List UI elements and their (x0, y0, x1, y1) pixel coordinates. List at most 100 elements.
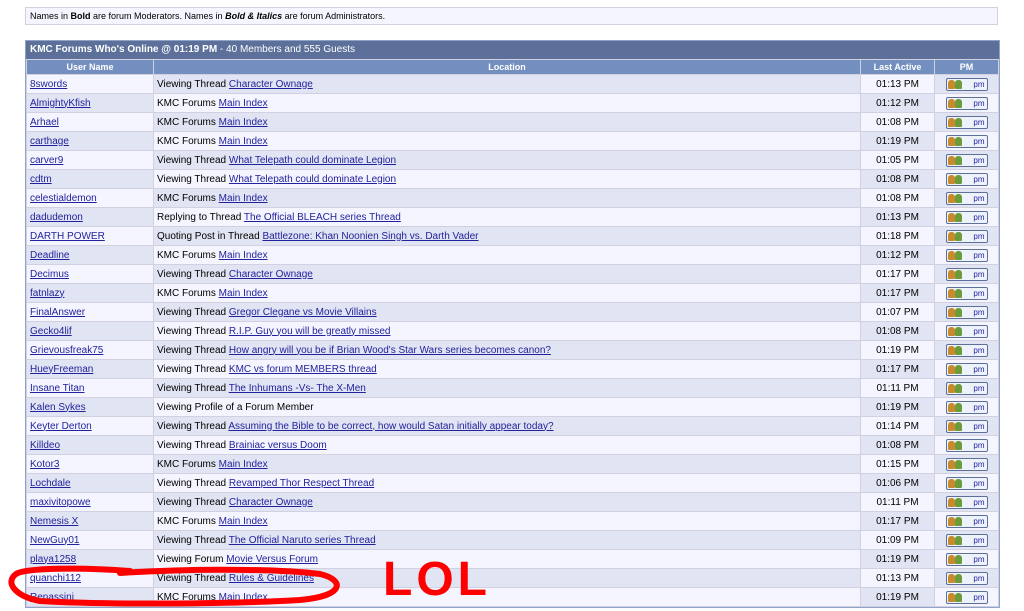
send-pm-button[interactable]: pm (945, 514, 988, 528)
user-name-link[interactable]: carver9 (30, 155, 63, 166)
user-name-link[interactable]: Arhael (30, 117, 59, 128)
location-link[interactable]: Main Index (219, 516, 268, 527)
send-pm-button[interactable]: pm (945, 248, 988, 262)
send-pm-button[interactable]: pm (945, 438, 988, 452)
send-pm-button[interactable]: pm (945, 362, 988, 376)
user-name-link[interactable]: NewGuy01 (30, 535, 79, 546)
send-pm-button[interactable]: pm (945, 172, 988, 186)
location-link[interactable]: Gregor Clegane vs Movie Villains (229, 307, 377, 318)
col-location[interactable]: Location (154, 60, 860, 74)
send-pm-button[interactable]: pm (945, 400, 988, 414)
location-cell: KMC Forums Main Index (154, 455, 860, 473)
user-name-link[interactable]: carthage (30, 136, 69, 147)
location-link[interactable]: How angry will you be if Brian Wood's St… (229, 345, 551, 356)
send-pm-button[interactable]: pm (945, 343, 988, 357)
user-name-link[interactable]: Lochdale (30, 478, 71, 489)
location-link[interactable]: Main Index (219, 592, 268, 603)
col-last-active[interactable]: Last Active (861, 60, 934, 74)
send-pm-button[interactable]: pm (945, 590, 988, 604)
location-link[interactable]: The Official BLEACH series Thread (244, 212, 401, 223)
user-name-link[interactable]: AlmightyKfish (30, 98, 91, 109)
location-link[interactable]: Character Ownage (229, 497, 313, 508)
user-name-link[interactable]: Gecko4lif (30, 326, 72, 337)
location-link[interactable]: Main Index (219, 459, 268, 470)
user-name-link[interactable]: Decimus (30, 269, 69, 280)
last-active-cell: 01:14 PM (861, 417, 934, 435)
send-pm-button[interactable]: pm (945, 324, 988, 338)
location-link[interactable]: Main Index (219, 98, 268, 109)
location-link[interactable]: Main Index (219, 136, 268, 147)
send-pm-button[interactable]: pm (945, 96, 988, 110)
location-link[interactable]: Main Index (219, 250, 268, 261)
send-pm-button[interactable]: pm (945, 305, 988, 319)
col-user-name[interactable]: User Name (27, 60, 153, 74)
user-name-link[interactable]: 8swords (30, 79, 67, 90)
last-active-cell: 01:07 PM (861, 303, 934, 321)
location-link[interactable]: Brainiac versus Doom (229, 440, 327, 451)
send-pm-button[interactable]: pm (945, 381, 988, 395)
user-name-link[interactable]: Grievousfreak75 (30, 345, 103, 356)
user-name-link[interactable]: FinalAnswer (30, 307, 85, 318)
location-link[interactable]: KMC vs forum MEMBERS thread (229, 364, 377, 375)
send-pm-button[interactable]: pm (945, 191, 988, 205)
user-name-link[interactable]: Keyter Derton (30, 421, 92, 432)
location-action: Viewing Thread (157, 572, 229, 584)
user-name-link[interactable]: HueyFreeman (30, 364, 93, 375)
table-row: fatnlazy KMC Forums Main Index 01:17 PM pm (27, 284, 998, 302)
send-pm-button[interactable]: pm (945, 552, 988, 566)
location-link[interactable]: Character Ownage (229, 79, 313, 90)
user-name-link[interactable]: fatnlazy (30, 288, 64, 299)
user-name-link[interactable]: maxivitopowe (30, 497, 91, 508)
send-pm-button[interactable]: pm (945, 419, 988, 433)
location-link[interactable]: Rules & Guidelines (229, 573, 314, 584)
user-name-link[interactable]: Kotor3 (30, 459, 59, 470)
user-name-link[interactable]: Renassini (30, 592, 74, 603)
user-name-link[interactable]: celestialdemon (30, 193, 97, 204)
location-link[interactable]: Assuming the Bible to be correct, how wo… (228, 421, 553, 432)
user-name-link[interactable]: dadudemon (30, 212, 83, 223)
send-pm-button[interactable]: pm (945, 286, 988, 300)
send-pm-button[interactable]: pm (945, 134, 988, 148)
user-name-link[interactable]: quanchi112 (30, 573, 81, 584)
location-link[interactable]: R.I.P. Guy you will be greatly missed (229, 326, 391, 337)
location-link[interactable]: Main Index (219, 193, 268, 204)
send-pm-button[interactable]: pm (945, 229, 988, 243)
location-link[interactable]: Main Index (219, 117, 268, 128)
send-pm-button[interactable]: pm (945, 571, 988, 585)
location-cell: Viewing Forum Movie Versus Forum (154, 550, 860, 568)
user-name-link[interactable]: playa1258 (30, 554, 76, 565)
location-link[interactable]: Movie Versus Forum (226, 554, 318, 565)
location-link[interactable]: What Telepath could dominate Legion (229, 155, 396, 166)
table-row: Lochdale Viewing Thread Revamped Thor Res… (27, 474, 998, 492)
send-pm-button[interactable]: pm (945, 476, 988, 490)
send-pm-button[interactable]: pm (945, 267, 988, 281)
send-pm-button[interactable]: pm (945, 115, 988, 129)
send-pm-button[interactable]: pm (945, 77, 988, 91)
send-pm-button[interactable]: pm (945, 457, 988, 471)
send-pm-button[interactable]: pm (945, 495, 988, 509)
user-name-link[interactable]: Deadline (30, 250, 69, 261)
user-name-link[interactable]: Nemesis X (30, 516, 78, 527)
location-link[interactable]: Character Ownage (229, 269, 313, 280)
location-link[interactable]: Revamped Thor Respect Thread (229, 478, 374, 489)
location-link[interactable]: The Inhumans -Vs- The X-Men (229, 383, 366, 394)
send-pm-button[interactable]: pm (945, 533, 988, 547)
users-icon (947, 212, 964, 223)
location-link[interactable]: Main Index (219, 288, 268, 299)
pm-label: pm (973, 117, 985, 127)
table-row: quanchi112 Viewing Thread Rules & Guideli… (27, 569, 998, 587)
send-pm-button[interactable]: pm (945, 210, 988, 224)
user-name-link[interactable]: Insane Titan (30, 383, 84, 394)
user-name-link[interactable]: cdtm (30, 174, 52, 185)
location-cell: Viewing Thread How angry will you be if … (154, 341, 860, 359)
user-cell: Deadline (27, 246, 153, 264)
send-pm-button[interactable]: pm (945, 153, 988, 167)
location-link[interactable]: Battlezone: Khan Noonien Singh vs. Darth… (262, 231, 478, 242)
user-name-link[interactable]: DARTH POWER (30, 231, 105, 242)
pm-cell: pm (935, 113, 998, 131)
user-name-link[interactable]: Killdeo (30, 440, 60, 451)
location-link[interactable]: What Telepath could dominate Legion (229, 174, 396, 185)
user-name-link[interactable]: Kalen Sykes (30, 402, 86, 413)
location-link[interactable]: The Official Naruto series Thread (229, 535, 376, 546)
users-icon (947, 402, 964, 413)
